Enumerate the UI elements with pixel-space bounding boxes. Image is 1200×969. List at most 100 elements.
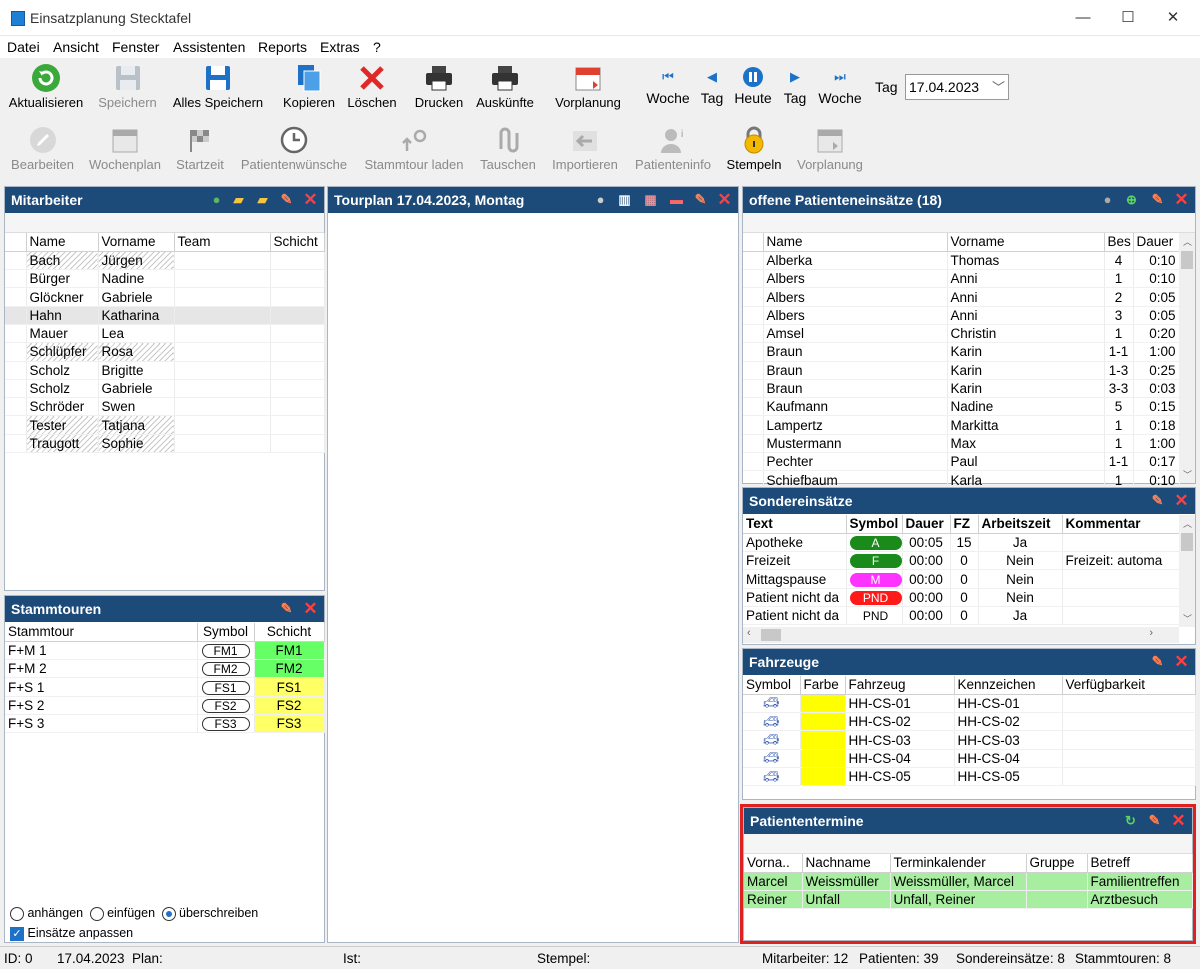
scroll-right-icon[interactable]: › (1149, 627, 1153, 639)
table-row[interactable]: F+M 2 FM2 FM2 (5, 659, 325, 679)
alles-speichern-button[interactable]: Alles Speichern (168, 63, 268, 110)
table-row[interactable]: 🚙︎ HH-CS-01 HH-CS-01 (743, 694, 1196, 714)
col-nachname[interactable]: Nachname (802, 854, 891, 873)
pin-icon[interactable]: ✎ (279, 601, 294, 616)
pin-icon[interactable]: ✎ (1150, 654, 1165, 669)
scroll-down-icon[interactable]: ﹀ (1183, 612, 1192, 625)
scroll-thumb[interactable] (1181, 533, 1193, 551)
table-row[interactable]: F+S 3 FS3 FS3 (5, 714, 325, 734)
week-back-button[interactable]: ⏮ Woche (644, 68, 692, 106)
date-picker[interactable]: 17.04.2023 ﹀ (905, 74, 1009, 100)
col-terminkalender[interactable]: Terminkalender (890, 854, 1027, 873)
table-row[interactable]: Patient nicht da PND 00:00 0 Ja (743, 606, 1180, 626)
table-row[interactable]: Schlüpfer Rosa (5, 342, 325, 362)
table-row[interactable]: Pechter Paul 1-1 0:17 (743, 452, 1180, 472)
table-row[interactable]: Braun Karin 1-3 0:25 (743, 361, 1180, 380)
vorplanung-button[interactable]: Vorplanung (548, 63, 628, 110)
menu-extras[interactable]: Extras (320, 39, 360, 55)
patienteninfo-button[interactable]: i Patienteninfo (630, 125, 716, 172)
col-dauer[interactable]: Dauer (1133, 233, 1180, 252)
vorplanung2-button[interactable]: Vorplanung (792, 125, 868, 172)
close-button[interactable]: ✕ (1150, 0, 1196, 36)
kopieren-button[interactable]: Kopieren (278, 63, 340, 110)
scroll-thumb[interactable] (1181, 251, 1193, 269)
pin-icon[interactable]: ✎ (1150, 192, 1165, 207)
col-arbeitszeit[interactable]: Arbeitszeit (978, 515, 1063, 534)
maximize-button[interactable]: ☐ (1105, 0, 1151, 36)
col-verfuegbarkeit[interactable]: Verfügbarkeit (1062, 676, 1196, 695)
close-icon[interactable]: ✕ (1174, 191, 1189, 208)
table-row[interactable]: Albers Anni 2 0:05 (743, 287, 1180, 307)
horizontal-scrollbar[interactable]: ‹ › (743, 627, 1179, 643)
col-name[interactable]: Name (26, 233, 99, 252)
day-back-button[interactable]: ◀ Tag (697, 68, 727, 106)
table-row[interactable]: Glöckner Gabriele (5, 287, 325, 307)
menu-fenster[interactable]: Fenster (112, 39, 159, 55)
col-schicht[interactable]: Schicht (270, 233, 325, 252)
menu-datei[interactable]: Datei (7, 39, 40, 55)
table-row[interactable]: Marcel Weissmüller Weissmüller, Marcel Fami… (744, 872, 1193, 892)
col-symbol[interactable]: Symbol (846, 515, 903, 534)
globe-icon[interactable]: ● (593, 192, 608, 207)
table-row[interactable]: 🚙︎ HH-CS-04 HH-CS-04 (743, 749, 1196, 768)
table-row[interactable]: 🚙︎ HH-CS-05 HH-CS-05 (743, 767, 1196, 787)
table-row[interactable]: Albers Anni 1 0:10 (743, 269, 1180, 289)
table-row[interactable]: Amsel Christin 1 0:20 (743, 324, 1180, 344)
table-row[interactable]: Mustermann Max 1 1:00 (743, 434, 1180, 454)
col-text[interactable]: Text (743, 515, 847, 534)
menu-assistenten[interactable]: Assistenten (173, 39, 245, 55)
table-row[interactable]: Mittagspause M 00:00 0 Nein (743, 569, 1180, 589)
table-row[interactable]: Braun Karin 1-1 1:00 (743, 342, 1180, 362)
table-row[interactable]: 🚙︎ HH-CS-03 HH-CS-03 (743, 730, 1196, 750)
columns-icon[interactable]: ▥ (617, 192, 632, 207)
menu-help[interactable]: ? (373, 39, 381, 55)
globe-icon[interactable]: ● (209, 192, 224, 207)
col-kennzeichen[interactable]: Kennzeichen (954, 676, 1063, 695)
tauschen-button[interactable]: Tauschen (475, 125, 541, 172)
folder-icon[interactable]: ▰ (255, 192, 270, 207)
col-betreff[interactable]: Betreff (1087, 854, 1193, 873)
patientenwuensche-button[interactable]: Patientenwünsche (235, 125, 353, 172)
menu-reports[interactable]: Reports (258, 39, 307, 55)
table-row[interactable]: Apotheke A 00:05 15 Ja (743, 533, 1180, 553)
scroll-left-icon[interactable]: ‹ (747, 627, 751, 639)
folder-add-icon[interactable]: ▰ (231, 192, 246, 207)
table-row[interactable]: Traugott Sophie (5, 434, 325, 454)
importieren-button[interactable]: Importieren (546, 125, 624, 172)
table-row[interactable]: F+S 1 FS1 FS1 (5, 677, 325, 697)
table-row[interactable]: Patient nicht da PND 00:00 0 Nein (743, 588, 1180, 607)
table-row[interactable]: F+M 1 FM1 FM1 (5, 641, 325, 661)
col-gruppe[interactable]: Gruppe (1026, 854, 1088, 873)
col-vorname[interactable]: Vorna.. (744, 854, 803, 873)
table-row[interactable]: Bach Jürgen (5, 251, 325, 271)
aktualisieren-button[interactable]: Aktualisieren (5, 63, 87, 110)
table-row[interactable]: Tester Tatjana (5, 415, 325, 435)
pin-icon[interactable]: ✎ (1147, 813, 1162, 828)
table-row[interactable]: Albers Anni 3 0:05 (743, 306, 1180, 325)
close-icon[interactable]: ✕ (303, 600, 318, 617)
col-vorname[interactable]: Vorname (947, 233, 1105, 252)
card-icon[interactable]: ▬ (669, 192, 684, 207)
col-symbol[interactable]: Symbol (197, 623, 255, 642)
col-fz[interactable]: FZ (950, 515, 979, 534)
vertical-scrollbar[interactable]: ︿ ﹀ (1179, 233, 1195, 483)
grid-icon[interactable]: ▦ (643, 192, 658, 207)
col-name[interactable]: Name (763, 233, 948, 252)
table-row[interactable]: Bürger Nadine (5, 269, 325, 289)
scroll-up-icon[interactable]: ︿ (1183, 517, 1192, 530)
drucken-button[interactable]: Drucken (410, 63, 468, 110)
col-fahrzeug[interactable]: Fahrzeug (845, 676, 955, 695)
table-row[interactable]: Reiner Unfall Unfall, Reiner Arztbesuch (744, 890, 1193, 910)
scroll-thumb[interactable] (761, 629, 781, 641)
stempeln-button[interactable]: Stempeln (722, 125, 786, 172)
col-farbe[interactable]: Farbe (800, 676, 846, 695)
loeschen-button[interactable]: Löschen (344, 63, 400, 110)
close-icon[interactable]: ✕ (717, 191, 732, 208)
today-button[interactable]: Heute (732, 66, 774, 106)
week-forward-button[interactable]: ⏭ Woche (816, 68, 864, 106)
close-icon[interactable]: ✕ (1174, 653, 1189, 670)
table-row[interactable]: Scholz Brigitte (5, 361, 325, 380)
bearbeiten-button[interactable]: Bearbeiten (5, 125, 80, 172)
minimize-button[interactable]: — (1060, 0, 1106, 36)
pin-icon[interactable]: ✎ (279, 192, 294, 207)
